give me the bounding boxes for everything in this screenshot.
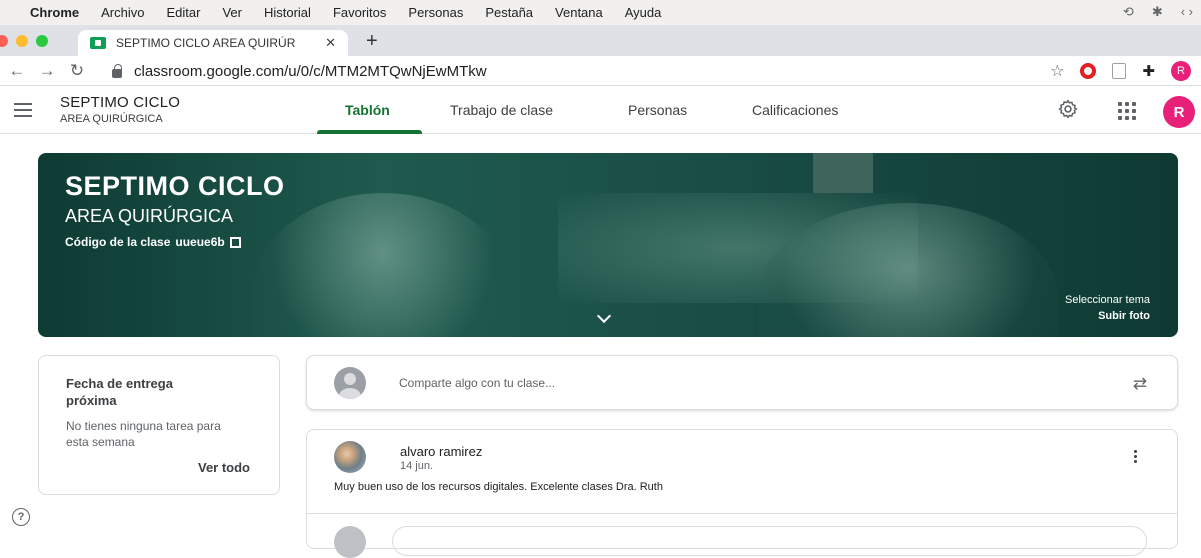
reload-icon[interactable]: ↻ (64, 61, 90, 81)
menu-favoritos[interactable]: Favoritos (333, 5, 386, 20)
class-code-value: uueue6b (175, 235, 225, 249)
post-divider (307, 513, 1177, 514)
time-machine-icon[interactable]: ⟲ (1123, 4, 1134, 20)
bluetooth-icon[interactable]: ✱ (1152, 4, 1163, 20)
active-tab-indicator (317, 130, 422, 134)
menu-ayuda[interactable]: Ayuda (625, 5, 662, 20)
settings-gear-icon[interactable] (1058, 99, 1078, 119)
post-author-name: alvaro ramirez (400, 444, 483, 459)
macos-menubar: Chrome Archivo Editar Ver Historial Favo… (0, 0, 1201, 25)
help-icon[interactable]: ? (12, 508, 30, 526)
class-title[interactable]: SEPTIMO CICLO (60, 94, 180, 111)
account-avatar[interactable]: R (1163, 96, 1195, 128)
post-body: Muy buen uso de los recursos digitales. … (334, 481, 663, 493)
class-section: AREA QUIRÚRGICA (60, 113, 163, 125)
repost-icon[interactable]: ⇄ (1133, 374, 1147, 394)
select-theme-link[interactable]: Seleccionar tema (1065, 294, 1150, 306)
new-tab-button[interactable]: + (366, 30, 378, 53)
browser-profile-avatar[interactable]: R (1171, 61, 1191, 81)
classroom-favicon-icon (90, 37, 106, 49)
banner-class-section: AREA QUIRÚRGICA (65, 206, 234, 226)
zoom-window-button[interactable] (36, 35, 48, 47)
extension-icon[interactable] (1112, 63, 1127, 79)
extensions-puzzle-icon[interactable]: ✚ (1142, 62, 1155, 80)
class-code: Código de la clase uueue6b (65, 235, 241, 249)
upcoming-empty-text: No tienes ninguna tarea para esta semana (66, 419, 221, 449)
close-tab-icon[interactable]: ✕ (325, 35, 336, 51)
forward-icon[interactable]: → (34, 61, 60, 81)
close-window-button[interactable] (0, 35, 8, 47)
upcoming-title: Fecha de entrega próxima (66, 376, 173, 408)
menu-chrome[interactable]: Chrome (30, 5, 79, 20)
tab-personas[interactable]: Personas (628, 102, 687, 118)
main-menu-icon[interactable] (14, 103, 32, 121)
user-avatar (334, 367, 366, 399)
class-code-label: Código de la clase (65, 235, 171, 249)
url-text: classroom.google.com/u/0/c/MTM2MTQwNjEwM… (134, 62, 487, 80)
tab-title: SEPTIMO CICLO AREA QUIRÚR (116, 36, 296, 50)
tab-calificaciones[interactable]: Calificaciones (752, 102, 838, 118)
share-box[interactable]: Comparte algo con tu clase... ⇄ (306, 355, 1178, 410)
share-placeholder[interactable]: Comparte algo con tu clase... (399, 376, 555, 390)
comment-input[interactable] (392, 526, 1147, 556)
banner-photo-surgeon-left (253, 193, 513, 337)
view-all-link[interactable]: Ver todo (198, 460, 250, 475)
google-apps-icon[interactable] (1118, 102, 1136, 120)
opera-extension-icon[interactable] (1080, 63, 1097, 79)
browser-tab-active[interactable]: SEPTIMO CICLO AREA QUIRÚR ✕ (78, 30, 348, 56)
class-banner: SEPTIMO CICLO AREA QUIRÚRGICA Código de … (38, 153, 1178, 337)
menu-ventana[interactable]: Ventana (555, 5, 603, 20)
menu-ver[interactable]: Ver (222, 5, 242, 20)
minimize-window-button[interactable] (16, 35, 28, 47)
window-controls (0, 35, 48, 47)
more-options-icon[interactable] (1134, 450, 1137, 463)
menu-pestana[interactable]: Pestaña (485, 5, 533, 20)
post-date: 14 jun. (400, 460, 434, 472)
toolbar-actions: ☆ ✚ R (1050, 61, 1191, 81)
upload-photo-link[interactable]: Subir foto (1098, 310, 1150, 322)
lock-icon[interactable] (112, 63, 122, 78)
banner-class-title: SEPTIMO CICLO (65, 171, 285, 201)
tab-trabajo-de-clase[interactable]: Trabajo de clase (450, 102, 553, 118)
banner-photo-lamp (813, 153, 873, 193)
menu-personas[interactable]: Personas (408, 5, 463, 20)
browser-tabstrip: SEPTIMO CICLO AREA QUIRÚR ✕ + (0, 25, 1201, 56)
address-bar[interactable]: classroom.google.com/u/0/c/MTM2MTQwNjEwM… (112, 59, 1032, 83)
menubar-status: ⟲ ✱ ‹ › (1123, 4, 1193, 20)
stream-post: alvaro ramirez 14 jun. Muy buen uso de l… (306, 429, 1178, 558)
back-icon[interactable]: ← (4, 61, 30, 81)
code-icon[interactable]: ‹ › (1181, 4, 1193, 20)
menu-historial[interactable]: Historial (264, 5, 311, 20)
browser-toolbar: ← → ↻ classroom.google.com/u/0/c/MTM2MTQ… (0, 56, 1201, 86)
menu-editar[interactable]: Editar (166, 5, 200, 20)
expand-chevron-icon[interactable] (596, 308, 612, 324)
bookmark-star-icon[interactable]: ☆ (1050, 61, 1064, 81)
fullscreen-code-icon[interactable] (229, 236, 241, 248)
comment-avatar (334, 526, 366, 558)
post-author-avatar (334, 441, 366, 473)
menu-archivo[interactable]: Archivo (101, 5, 144, 20)
tab-tablon[interactable]: Tablón (345, 102, 390, 118)
upcoming-card: Fecha de entrega próxima No tienes ningu… (38, 355, 280, 495)
classroom-header: SEPTIMO CICLO AREA QUIRÚRGICA Tablón Tra… (0, 86, 1201, 134)
